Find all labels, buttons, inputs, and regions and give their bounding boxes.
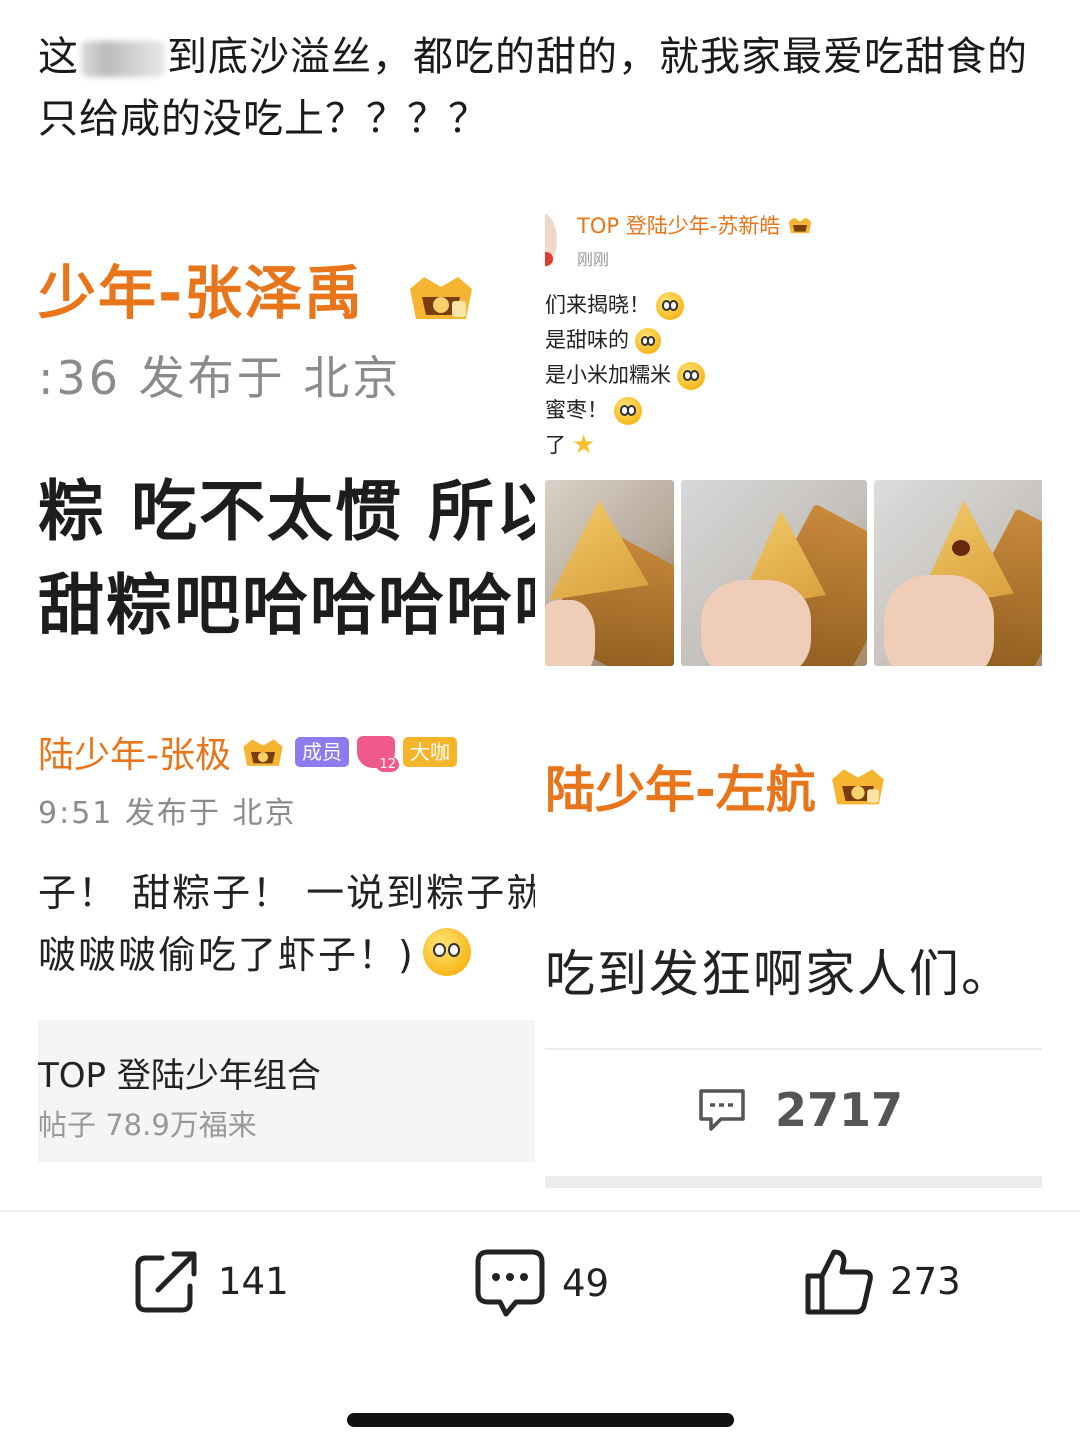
comment-count: 49: [562, 1261, 610, 1305]
right-post-line-text: 是小米加糯米: [545, 363, 671, 387]
right-second-text: 吃到发狂啊家人们。: [545, 945, 1013, 1003]
gem-level: 12: [376, 757, 399, 772]
right-post-line-text: 们来揭晓！: [545, 293, 650, 317]
crown-badge-icon: [404, 267, 478, 327]
chick-emoji-icon: [677, 361, 705, 390]
thumbs-up-icon: [805, 1249, 873, 1315]
like-button[interactable]: 273: [804, 1246, 961, 1316]
grin-emoji-icon: [635, 327, 661, 354]
zongzi-photos: [545, 480, 1042, 666]
crown-badge-icon: [239, 733, 287, 771]
comment-button[interactable]: 49: [474, 1246, 609, 1320]
avatar-status-dot: [545, 252, 553, 266]
right-comment-button[interactable]: 2717: [697, 1083, 903, 1137]
right-second-author: 陆少年-左航: [545, 750, 890, 822]
right-second-author-name: 陆少年-左航: [545, 761, 816, 819]
home-indicator[interactable]: [347, 1413, 734, 1427]
left-second-line-2-text: 啵啵啵偷吃了虾子！): [38, 933, 415, 977]
left-screenshot-image[interactable]: 少年-张泽禹 :36 发布于 北京 粽 吃不太惯 所以手 甜粽吧哈哈哈哈哈 陆少…: [38, 190, 535, 1175]
share-button[interactable]: 141: [132, 1246, 289, 1316]
comment-icon: [475, 1249, 545, 1317]
member-badge: 成员: [295, 737, 349, 767]
left-post-line-2: 甜粽吧哈哈哈哈哈: [38, 567, 535, 644]
right-post-line-text: 了: [545, 433, 566, 457]
right-screenshot-image[interactable]: TOP 登陆少年-苏新皓 刚刚 们来揭晓！ 是甜味的 是小米加糯米 蜜枣！ 了 ★: [545, 190, 1042, 1188]
left-second-author-name: 陆少年-张极: [38, 735, 231, 776]
right-post-line: 了 ★: [545, 428, 705, 463]
right-post-line-text: 是甜味的: [545, 328, 629, 352]
vip-badge: 大咖: [403, 737, 457, 767]
gem-badge-icon: 12: [357, 736, 399, 772]
right-post-author-name: TOP 登陆少年-苏新皓: [577, 214, 781, 238]
zongzi-photo-2[interactable]: [681, 480, 867, 666]
left-second-meta: 9:51 发布于 北京: [38, 796, 297, 831]
left-post-meta: :36 发布于 北京: [38, 351, 402, 405]
scared-emoji-icon: [656, 291, 684, 320]
left-post-author-name: 少年-张泽禹: [38, 259, 365, 327]
divider: [545, 1048, 1042, 1050]
comment-icon: [699, 1089, 745, 1131]
left-post-author: 少年-张泽禹: [38, 246, 478, 330]
post-text-start: 这: [38, 34, 79, 80]
divider: [0, 1210, 1080, 1212]
action-bar: 141 49 273: [0, 1246, 1080, 1326]
group-card[interactable]: TOP 登陆少年组合 帖子 78.9万福来: [38, 1020, 535, 1162]
crown-badge-icon: [826, 761, 890, 811]
right-comment-count: 2717: [775, 1083, 904, 1137]
group-subtitle: 帖子 78.9万福来: [38, 1108, 257, 1142]
right-post-line-text: 蜜枣！: [545, 398, 608, 422]
right-post-line: 蜜枣！: [545, 393, 705, 428]
post-text: 这到底沙溢丝，都吃的甜的，就我家最爱吃甜食的只给咸的没吃上？？？？: [38, 26, 1038, 150]
divider: [545, 1176, 1042, 1188]
left-second-line-2: 啵啵啵偷吃了虾子！): [38, 924, 471, 979]
post-text-rest: 到底沙溢丝，都吃的甜的，就我家最爱吃甜食的只给咸的没吃上？？？？: [38, 34, 1028, 142]
right-post-line: 们来揭晓！: [545, 288, 705, 323]
group-title: TOP 登陆少年组合: [38, 1056, 321, 1096]
right-post-lines: 们来揭晓！ 是甜味的 是小米加糯米 蜜枣！ 了 ★: [545, 288, 705, 463]
surprised-emoji-icon: [422, 927, 471, 976]
right-post-line: 是小米加糯米: [545, 358, 705, 393]
chick-emoji-icon: [614, 396, 642, 425]
blurred-name: [81, 41, 165, 77]
right-post-line: 是甜味的: [545, 323, 705, 358]
right-post-author: TOP 登陆少年-苏新皓: [577, 210, 814, 240]
zongzi-photo-1[interactable]: [545, 480, 674, 666]
left-second-line-1: 子！ 甜粽子！ 一说到粽子就: [38, 871, 535, 915]
share-icon: [135, 1251, 197, 1313]
crown-badge-icon: [786, 214, 814, 236]
like-count: 273: [890, 1259, 961, 1303]
left-second-author: 陆少年-张极 成员 12 大咖: [38, 726, 457, 778]
zongzi-photo-3[interactable]: [874, 480, 1042, 666]
right-post-time: 刚刚: [577, 250, 610, 269]
share-count: 141: [218, 1259, 289, 1303]
left-post-line-1: 粽 吃不太惯 所以手: [38, 473, 535, 550]
sparkle-icon: ★: [572, 430, 596, 460]
